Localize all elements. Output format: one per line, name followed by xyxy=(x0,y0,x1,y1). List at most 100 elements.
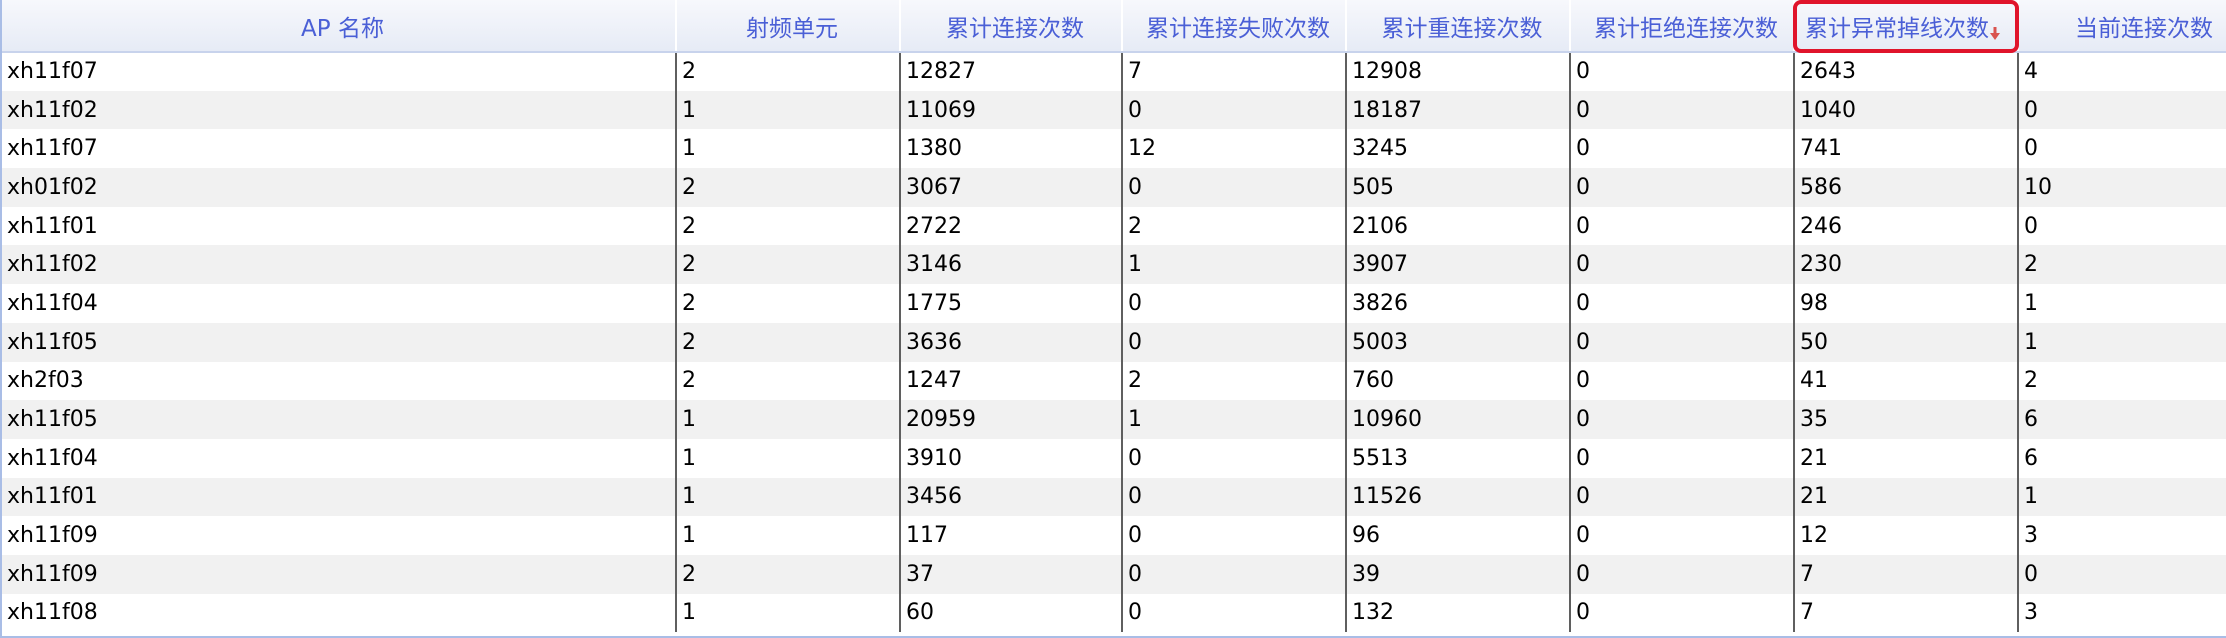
connection-failures-cell: 2 xyxy=(1122,361,1347,401)
table-header-row: AP 名称 射频单元 累计连接次数 累计连接失败次数 累计重连接次数 累计拒绝连… xyxy=(2,0,2226,53)
rejected-connections-cell: 0 xyxy=(1570,516,1795,555)
ap-statistics-table: AP 名称 射频单元 累计连接次数 累计连接失败次数 累计重连接次数 累计拒绝连… xyxy=(2,0,2226,633)
ap-name-cell: xh11f08 xyxy=(2,593,677,633)
connection-failures-cell: 0 xyxy=(1122,90,1347,130)
table-row[interactable]: xh11f09 2 37 0 39 0 7 0 xyxy=(2,554,2226,594)
column-header-radio-unit[interactable]: 射频单元 xyxy=(676,0,901,53)
total-connections-cell: 1775 xyxy=(900,284,1123,323)
reconnections-cell: 11526 xyxy=(1346,477,1571,517)
table-row[interactable]: xh11f04 1 3910 0 5513 0 21 6 xyxy=(2,438,2226,478)
total-connections-cell: 3910 xyxy=(900,438,1123,478)
radio-unit-cell: 1 xyxy=(676,400,901,439)
abnormal-disconnects-cell: 12 xyxy=(1794,516,2019,555)
column-header-label: 累计重连接次数 xyxy=(1381,15,1543,42)
current-connections-cell: 3 xyxy=(2018,516,2226,555)
reconnections-cell: 760 xyxy=(1346,361,1571,401)
total-connections-cell: 37 xyxy=(900,554,1123,594)
abnormal-disconnects-cell: 35 xyxy=(1794,400,2019,439)
table-row[interactable]: xh11f09 1 117 0 96 0 12 3 xyxy=(2,516,2226,555)
abnormal-disconnects-cell: 21 xyxy=(1794,438,2019,478)
current-connections-cell: 0 xyxy=(2018,554,2226,594)
column-header-label: 射频单元 xyxy=(746,15,838,42)
current-connections-cell: 2 xyxy=(2018,361,2226,401)
sort-down-arrow-icon[interactable] xyxy=(1990,21,2000,40)
ap-name-cell: xh11f02 xyxy=(2,245,677,285)
current-connections-cell: 3 xyxy=(2018,593,2226,633)
total-connections-cell: 11069 xyxy=(900,90,1123,130)
current-connections-cell: 4 xyxy=(2018,52,2226,91)
reconnections-cell: 5003 xyxy=(1346,322,1571,362)
column-header-label: 累计连接失败次数 xyxy=(1146,15,1330,42)
ap-name-cell: xh11f09 xyxy=(2,554,677,594)
abnormal-disconnects-cell: 230 xyxy=(1794,245,2019,285)
connection-failures-cell: 2 xyxy=(1122,206,1347,246)
current-connections-cell: 1 xyxy=(2018,284,2226,323)
table-body: xh11f07 2 12827 7 12908 0 2643 4 xh11f02 1 11069 0 1… xyxy=(2,52,2226,633)
reconnections-cell: 39 xyxy=(1346,554,1571,594)
total-connections-cell: 12827 xyxy=(900,52,1123,91)
rejected-connections-cell: 0 xyxy=(1570,129,1795,169)
total-connections-cell: 3636 xyxy=(900,322,1123,362)
table-row[interactable]: xh2f03 2 1247 2 760 0 41 2 xyxy=(2,361,2226,401)
table-row[interactable]: xh11f04 2 1775 0 3826 0 98 1 xyxy=(2,284,2226,323)
table-row[interactable]: xh11f05 1 20959 1 10960 0 35 6 xyxy=(2,400,2226,439)
current-connections-cell: 10 xyxy=(2018,168,2226,207)
abnormal-disconnects-cell: 7 xyxy=(1794,554,2019,594)
column-header-label: 当前连接次数 xyxy=(2075,15,2213,42)
column-header-ap-name[interactable]: AP 名称 xyxy=(2,0,677,53)
radio-unit-cell: 2 xyxy=(676,322,901,362)
connection-failures-cell: 0 xyxy=(1122,593,1347,633)
total-connections-cell: 3456 xyxy=(900,477,1123,517)
table-row[interactable]: xh11f07 1 1380 12 3245 0 741 0 xyxy=(2,129,2226,169)
current-connections-cell: 0 xyxy=(2018,129,2226,169)
radio-unit-cell: 1 xyxy=(676,129,901,169)
column-header-total-abnormal-disconnects[interactable]: 累计异常掉线次数 xyxy=(1794,0,2019,53)
reconnections-cell: 18187 xyxy=(1346,90,1571,130)
connection-failures-cell: 0 xyxy=(1122,438,1347,478)
reconnections-cell: 12908 xyxy=(1346,52,1571,91)
radio-unit-cell: 2 xyxy=(676,206,901,246)
ap-name-cell: xh11f09 xyxy=(2,516,677,555)
column-header-current-connections[interactable]: 当前连接次数 xyxy=(2018,0,2226,53)
rejected-connections-cell: 0 xyxy=(1570,206,1795,246)
table-row[interactable]: xh11f01 1 3456 0 11526 0 21 1 xyxy=(2,477,2226,517)
column-header-total-connection-failures[interactable]: 累计连接失败次数 xyxy=(1122,0,1347,53)
ap-name-cell: xh11f07 xyxy=(2,52,677,91)
abnormal-disconnects-cell: 21 xyxy=(1794,477,2019,517)
table-row[interactable]: xh11f02 1 11069 0 18187 0 1040 0 xyxy=(2,90,2226,130)
abnormal-disconnects-cell: 246 xyxy=(1794,206,2019,246)
radio-unit-cell: 2 xyxy=(676,168,901,207)
current-connections-cell: 2 xyxy=(2018,245,2226,285)
table-row[interactable]: xh11f02 2 3146 1 3907 0 230 2 xyxy=(2,245,2226,285)
total-connections-cell: 1380 xyxy=(900,129,1123,169)
column-header-total-rejected-connections[interactable]: 累计拒绝连接次数 xyxy=(1570,0,1795,53)
ap-name-cell: xh11f02 xyxy=(2,90,677,130)
connection-failures-cell: 0 xyxy=(1122,477,1347,517)
radio-unit-cell: 1 xyxy=(676,438,901,478)
reconnections-cell: 132 xyxy=(1346,593,1571,633)
current-connections-cell: 0 xyxy=(2018,90,2226,130)
column-header-total-connections[interactable]: 累计连接次数 xyxy=(900,0,1123,53)
column-header-total-reconnections[interactable]: 累计重连接次数 xyxy=(1346,0,1571,53)
ap-name-cell: xh11f05 xyxy=(2,322,677,362)
column-header-label: 累计拒绝连接次数 xyxy=(1594,15,1778,42)
rejected-connections-cell: 0 xyxy=(1570,322,1795,362)
radio-unit-cell: 2 xyxy=(676,52,901,91)
abnormal-disconnects-cell: 586 xyxy=(1794,168,2019,207)
abnormal-disconnects-cell: 50 xyxy=(1794,322,2019,362)
table-row[interactable]: xh11f05 2 3636 0 5003 0 50 1 xyxy=(2,322,2226,362)
table-row[interactable]: xh11f08 1 60 0 132 0 7 3 xyxy=(2,593,2226,633)
radio-unit-cell: 1 xyxy=(676,593,901,633)
current-connections-cell: 6 xyxy=(2018,400,2226,439)
column-header-label: 累计异常掉线次数 xyxy=(1805,15,1989,42)
table-row[interactable]: xh11f07 2 12827 7 12908 0 2643 4 xyxy=(2,52,2226,91)
table-row[interactable]: xh11f01 2 2722 2 2106 0 246 0 xyxy=(2,206,2226,246)
abnormal-disconnects-cell: 7 xyxy=(1794,593,2019,633)
reconnections-cell: 505 xyxy=(1346,168,1571,207)
radio-unit-cell: 1 xyxy=(676,477,901,517)
abnormal-disconnects-cell: 41 xyxy=(1794,361,2019,401)
total-connections-cell: 117 xyxy=(900,516,1123,555)
ap-name-cell: xh2f03 xyxy=(2,361,677,401)
reconnections-cell: 96 xyxy=(1346,516,1571,555)
table-row[interactable]: xh01f02 2 3067 0 505 0 586 10 xyxy=(2,168,2226,207)
